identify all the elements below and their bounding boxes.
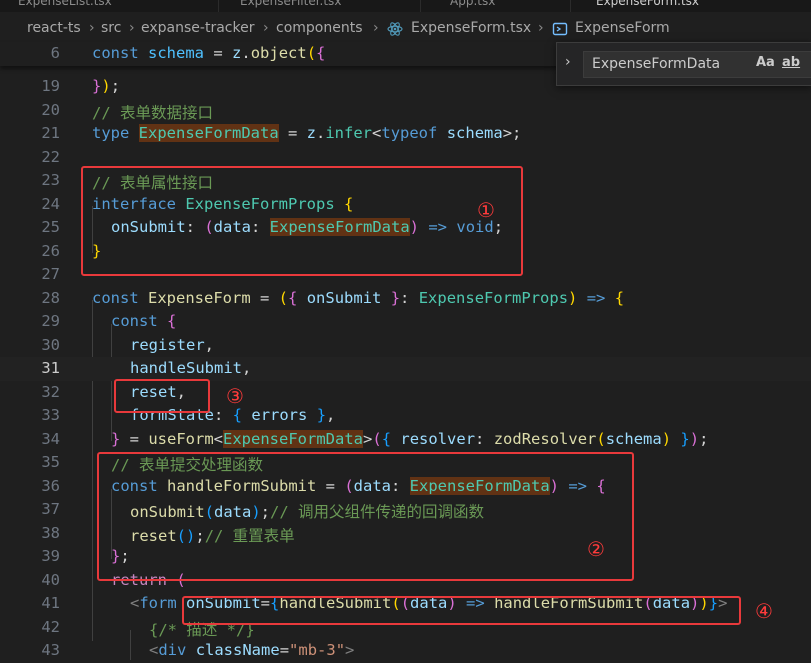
- line-number: 41: [41, 594, 60, 612]
- code-text: handleSubmit,: [130, 359, 252, 377]
- line-number: 39: [41, 547, 60, 565]
- breadcrumb-item-expanse-tracker[interactable]: expanse-tracker: [141, 20, 254, 36]
- code-line-current: 31 handleSubmit,: [0, 357, 811, 381]
- line-number: 34: [41, 430, 60, 448]
- code-text: } = useForm<ExpenseFormData>({ resolver:…: [111, 430, 709, 448]
- annotation-box-handle-form-submit: [97, 452, 634, 581]
- tab-expense-form[interactable]: ExpenseForm.tsx: [596, 0, 699, 12]
- tab-separator: [218, 0, 219, 12]
- code-text: const ExpenseForm = ({ onSubmit }: Expen…: [92, 289, 625, 307]
- code-line: 34 } = useForm<ExpenseFormData>({ resolv…: [0, 428, 811, 452]
- line-number: 38: [41, 524, 60, 542]
- line-number: 19: [41, 77, 60, 95]
- code-line: 21 type ExpenseFormData = z.infer<typeof…: [0, 122, 811, 146]
- line-number: 26: [41, 242, 60, 260]
- tab-separator: [420, 0, 421, 12]
- line-number: 43: [41, 641, 60, 659]
- line-number: 28: [41, 289, 60, 307]
- code-text: register,: [130, 336, 214, 354]
- find-input[interactable]: ExpenseFormData Aa ab: [583, 51, 811, 78]
- code-text: type ExpenseFormData = z.infer<typeof sc…: [92, 124, 522, 142]
- chevron-right-icon: ›: [89, 20, 95, 36]
- editor-tab-strip: ExpenseList.tsx ExpenseFilter.tsx App.ts…: [0, 0, 811, 12]
- find-widget: › ExpenseFormData Aa ab: [556, 42, 811, 86]
- line-number: 36: [41, 477, 60, 495]
- code-text: const {: [111, 312, 177, 330]
- line-number: 37: [41, 500, 60, 518]
- match-whole-word-button[interactable]: ab: [782, 55, 800, 70]
- line-number: 24: [41, 195, 60, 213]
- tab-expense-filter[interactable]: ExpenseFilter.tsx: [240, 0, 341, 12]
- line-number: 20: [41, 101, 60, 119]
- line-number: 30: [41, 336, 60, 354]
- line-number: 29: [41, 312, 60, 330]
- chevron-right-icon: ›: [129, 20, 135, 36]
- code-line: 30 register,: [0, 334, 811, 358]
- chevron-right-icon[interactable]: ›: [565, 54, 571, 70]
- chevron-right-icon: ›: [538, 20, 544, 36]
- annotation-marker-1: ①: [477, 198, 495, 222]
- line-number: 35: [41, 453, 60, 471]
- find-input-value: ExpenseFormData: [592, 56, 721, 72]
- annotation-marker-4: ④: [755, 599, 773, 623]
- breadcrumb: react-ts › src › expanse-tracker › compo…: [0, 12, 811, 42]
- code-line: 20 // 表单数据接口: [0, 99, 811, 123]
- breadcrumb-item-components[interactable]: components: [276, 20, 363, 36]
- breadcrumb-item-file[interactable]: ExpenseForm.tsx: [411, 20, 531, 36]
- code-comment: // 表单数据接口: [92, 104, 213, 122]
- annotation-marker-3: ③: [226, 384, 244, 408]
- line-number: 40: [41, 571, 60, 589]
- line-number: 27: [41, 265, 60, 283]
- breadcrumb-item-src[interactable]: src: [101, 20, 121, 36]
- annotation-box-form-onsubmit: [182, 596, 741, 625]
- chevron-right-icon: ›: [373, 20, 379, 36]
- line-number: 32: [41, 383, 60, 401]
- chevron-right-icon: ›: [263, 20, 269, 36]
- line-number: 25: [41, 218, 60, 236]
- tab-separator: [570, 0, 571, 12]
- annotation-box-reset: [114, 379, 210, 413]
- line-number: 33: [41, 406, 60, 424]
- match-case-button[interactable]: Aa: [756, 55, 775, 70]
- annotation-box-props-interface: [81, 166, 523, 276]
- line-number: 31: [41, 359, 60, 377]
- line-number: 42: [41, 618, 60, 636]
- breadcrumb-item-symbol[interactable]: ExpenseForm: [575, 20, 670, 36]
- tab-app[interactable]: App.tsx: [450, 0, 495, 12]
- code-line: 29 const {: [0, 310, 811, 334]
- line-number: 22: [41, 148, 60, 166]
- annotation-marker-2: ②: [587, 537, 605, 561]
- line-number: 23: [41, 171, 60, 189]
- code-line: 28 const ExpenseForm = ({ onSubmit }: Ex…: [0, 287, 811, 311]
- code-text: <div className="mb-3">: [149, 641, 355, 659]
- breadcrumb-item-react-ts[interactable]: react-ts: [27, 20, 81, 36]
- react-file-icon: [387, 20, 403, 41]
- symbol-icon: [552, 20, 568, 41]
- tab-expense-list[interactable]: ExpenseList.tsx: [18, 0, 112, 12]
- line-number: 6: [50, 44, 60, 62]
- code-text: const schema = z.object({: [92, 44, 326, 62]
- line-number: 21: [41, 124, 60, 142]
- code-text: });: [92, 77, 121, 95]
